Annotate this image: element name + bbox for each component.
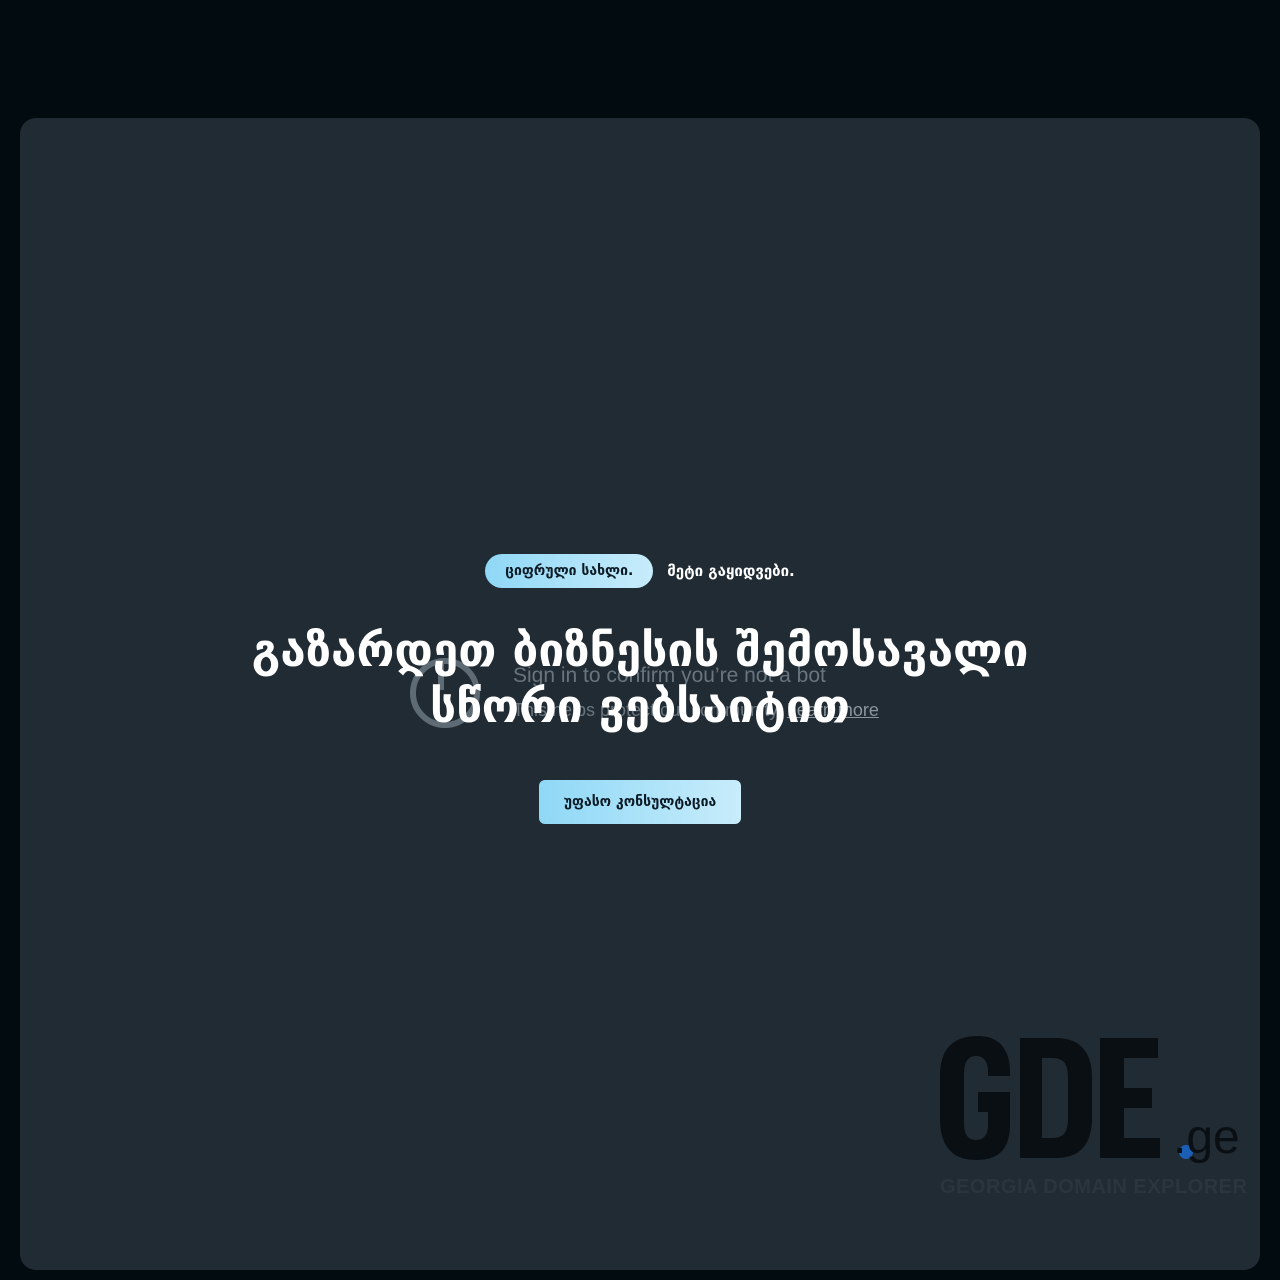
hero-headline: გაზარდეთ ბიზნესის შემოსავალი სწორი ვებსა…	[20, 622, 1260, 734]
cursor-icon	[1042, 1078, 1066, 1120]
page: Sign in to confirm you’re not a bot This…	[0, 0, 1280, 1280]
hero-card: Sign in to confirm you’re not a bot This…	[20, 118, 1260, 1270]
free-consultation-button[interactable]: უფასო კონსულტაცია	[539, 780, 741, 824]
logo-tld: .ge	[1173, 1111, 1240, 1164]
tagline-pill: ციფრული სახლი.	[485, 554, 654, 588]
tagline-text: მეტი გაყიდვები.	[667, 562, 795, 580]
logo-letter-g	[940, 1036, 1010, 1160]
tagline-row: ციფრული სახლი. მეტი გაყიდვები.	[20, 554, 1260, 588]
logo-letter-e	[1100, 1038, 1160, 1158]
headline-line-1: გაზარდეთ ბიზნესის შემოსავალი	[251, 623, 1029, 677]
logo-tagline: GEORGIA DOMAIN EXPLORER	[940, 1176, 1248, 1198]
headline-line-2: სწორი ვებსაიტით	[430, 679, 850, 733]
